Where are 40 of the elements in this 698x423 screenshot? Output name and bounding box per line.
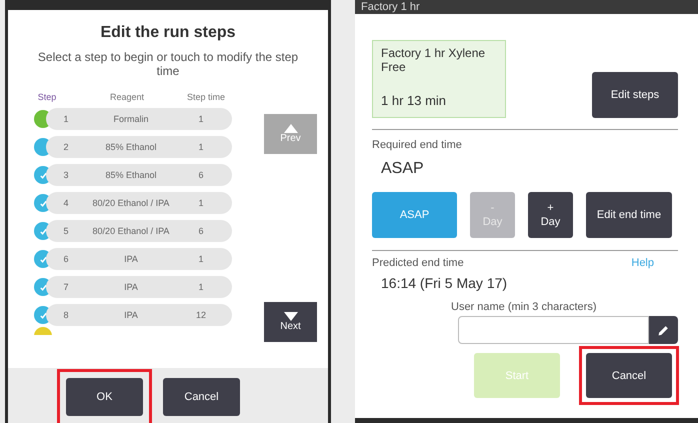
edit-steps-button[interactable]: Edit steps [592, 72, 678, 118]
edit-button[interactable] [649, 316, 678, 344]
check-icon [38, 198, 48, 208]
protocol-card[interactable]: Factory 1 hr Xylene Free 1 hr 13 min [372, 40, 506, 118]
step-row[interactable]: 1 Formalin 1 [46, 108, 232, 130]
step-row[interactable]: 8 IPA 12 [46, 304, 232, 326]
dialog-title: Edit the run steps [99, 24, 237, 42]
check-icon [38, 170, 48, 180]
step-row[interactable]: 2 85% Ethanol 1 [46, 136, 232, 158]
required-end-time-label: Required end time [372, 139, 463, 151]
end-time-button[interactable]: ASAP [372, 192, 457, 238]
triangle-up-icon [284, 124, 298, 133]
end-time-button[interactable]: + Day [528, 192, 573, 238]
predicted-end-time-label: Predicted end time [372, 257, 464, 269]
next-button[interactable]: Next [264, 302, 317, 342]
step-row[interactable]: 4 80/20 Ethanol / IPA 1 [46, 192, 232, 214]
predicted-end-time-value: 16:14 (Fri 5 May 17) [381, 275, 508, 291]
pencil-icon [657, 324, 670, 336]
user-name-field[interactable] [458, 316, 650, 344]
required-end-time-value: ASAP [381, 160, 425, 178]
column-header: Step time [186, 92, 226, 102]
end-time-button[interactable]: Edit end time [586, 192, 672, 238]
dialog-instruction: Select a step to begin or touch to modify the step time [36, 50, 300, 78]
column-header: Reagent [108, 92, 146, 102]
step-row[interactable]: 3 85% Ethanol 6 [46, 164, 232, 186]
step-row[interactable]: 5 80/20 Ethanol / IPA 6 [46, 220, 232, 242]
check-icon [38, 226, 48, 236]
user-name-label: User name (min 3 characters) [451, 301, 598, 313]
step-row[interactable]: 6 IPA 1 [46, 248, 232, 270]
column-header: Step [36, 92, 58, 102]
triangle-down-icon [284, 312, 298, 321]
help-link[interactable]: Help [631, 257, 654, 269]
dialog-button[interactable]: Cancel [163, 378, 240, 416]
check-icon [38, 310, 48, 320]
cancel-button[interactable]: Cancel [586, 353, 672, 398]
header-text: Factory 1 hr [361, 1, 420, 13]
check-icon [38, 254, 48, 264]
check-icon [38, 282, 48, 292]
dialog-button[interactable]: OK [66, 378, 143, 416]
step-row[interactable]: 7 IPA 1 [46, 276, 232, 298]
